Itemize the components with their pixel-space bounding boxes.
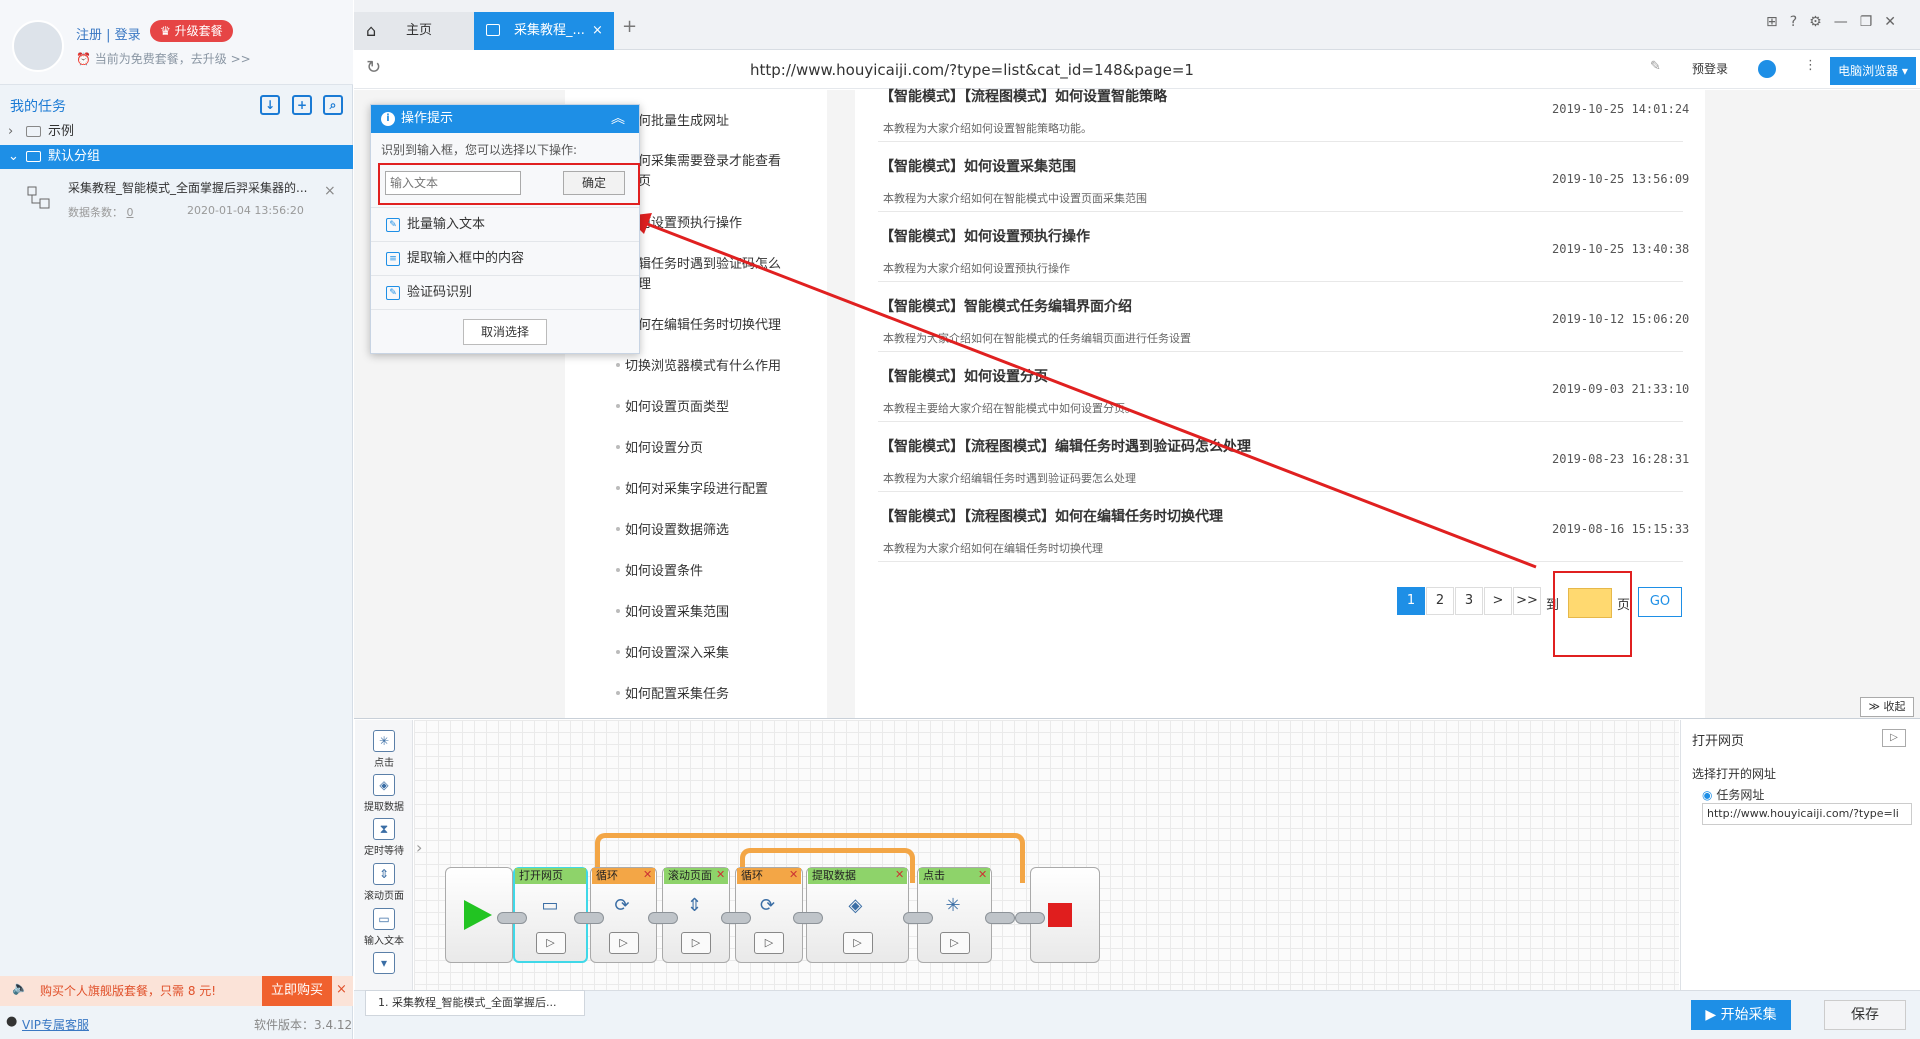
palette-wait[interactable]: ⧗ 定时等待	[357, 818, 411, 857]
palette-more[interactable]: ▾	[357, 952, 411, 976]
captcha-option[interactable]: ✎ 验证码识别	[371, 275, 639, 309]
radio-checked-icon: ◉	[1702, 788, 1713, 802]
scroll-icon: ⇕	[687, 895, 703, 916]
palette-label: 提取数据	[364, 802, 404, 813]
connector	[648, 912, 678, 924]
radio-label: 任务网址	[1716, 788, 1765, 802]
input-icon: ▭	[373, 908, 395, 930]
chevron-right-icon[interactable]: ›	[416, 838, 422, 857]
node-label: 提取数据	[808, 868, 907, 884]
connector	[1015, 912, 1045, 924]
task-url-field[interactable]: http://www.houyicaiji.com/?type=li	[1702, 803, 1912, 825]
option-label: 提取输入框中的内容	[407, 251, 525, 266]
more-icon: ▾	[373, 952, 395, 974]
close-icon[interactable]: ✕	[643, 868, 652, 881]
properties-panel	[1680, 720, 1920, 990]
node-label: 打开网页	[515, 868, 586, 884]
palette-label: 滚动页面	[364, 891, 404, 902]
palette-label: 定时等待	[364, 846, 404, 857]
loop-icon: ⟳	[614, 895, 630, 916]
scroll-icon: ⇕	[373, 863, 395, 885]
play-icon[interactable]: ▷	[842, 932, 873, 954]
operation-hint-popup: i 操作提示 ︽ 识别到输入框，您可以选择以下操作: 确定 ✎批量输入文本 ≡提…	[370, 104, 640, 354]
collapse-label: 收起	[1883, 700, 1906, 713]
document-icon: ≡	[386, 252, 400, 266]
connector	[985, 912, 1015, 924]
play-icon[interactable]: ▷	[754, 932, 784, 954]
palette-extract[interactable]: ◈ 提取数据	[357, 774, 411, 813]
extract-icon: ◈	[848, 895, 863, 916]
cancel-selection-button[interactable]: 取消选择	[463, 319, 547, 345]
close-icon[interactable]: ✕	[895, 868, 904, 881]
collapse-icon[interactable]: ︽	[611, 105, 625, 133]
batch-input-option[interactable]: ✎ 批量输入文本	[371, 207, 639, 241]
panel-subtitle: 选择打开的网址	[1692, 767, 1777, 781]
close-icon[interactable]: ✕	[789, 868, 798, 881]
play-icon[interactable]: ▷	[608, 932, 639, 954]
task-url-radio[interactable]: ◉ 任务网址	[1702, 786, 1764, 803]
connector	[721, 912, 751, 924]
bottom-bar	[354, 990, 1920, 1039]
task-tab[interactable]: 1. 采集教程_智能模式_全面掌握后...	[365, 990, 585, 1016]
stop-icon[interactable]	[1048, 903, 1072, 927]
extract-input-option[interactable]: ≡ 提取输入框中的内容	[371, 241, 639, 275]
save-button[interactable]: 保存	[1824, 1000, 1906, 1030]
click-icon: ✳	[373, 730, 395, 752]
option-label: 验证码识别	[407, 285, 473, 300]
popup-hint: 识别到输入框，您可以选择以下操作:	[381, 143, 578, 157]
connector	[497, 912, 527, 924]
loop-icon: ⟳	[760, 895, 776, 916]
option-label: 批量输入文本	[407, 217, 486, 232]
divider	[371, 309, 639, 310]
play-icon[interactable]: ▷	[681, 932, 711, 954]
edit-icon: ✎	[386, 218, 400, 232]
play-icon[interactable]: ▷	[939, 932, 970, 954]
info-icon: i	[381, 112, 395, 126]
connector	[793, 912, 823, 924]
connector	[903, 912, 933, 924]
extract-icon: ◈	[373, 774, 395, 796]
hourglass-icon: ⧗	[373, 818, 395, 840]
collapse-button[interactable]: ≫ 收起	[1860, 697, 1914, 717]
palette-input[interactable]: ▭ 输入文本	[357, 908, 411, 947]
palette-click[interactable]: ✳ 点击	[357, 730, 411, 769]
palette-label: 点击	[374, 758, 394, 769]
highlight-box	[378, 163, 640, 205]
play-icon[interactable]: ▷	[535, 932, 566, 954]
play-icon[interactable]: ▷	[1882, 729, 1906, 747]
panel-title: 打开网页	[1692, 734, 1745, 749]
connector	[574, 912, 604, 924]
open-page-icon: ▭	[541, 895, 559, 916]
start-label: 开始采集	[1720, 1007, 1777, 1023]
palette-label: 输入文本	[364, 936, 404, 947]
start-collect-button[interactable]: ▶ 开始采集	[1691, 1000, 1791, 1030]
click-icon: ✳	[945, 895, 961, 916]
palette-scroll[interactable]: ⇕ 滚动页面	[357, 863, 411, 902]
popup-title: 操作提示	[401, 111, 454, 126]
close-icon[interactable]: ✕	[716, 868, 725, 881]
captcha-icon: ✎	[386, 286, 400, 300]
popup-header: i 操作提示 ︽	[371, 105, 639, 133]
close-icon[interactable]: ✕	[978, 868, 987, 881]
start-play-icon[interactable]	[462, 898, 494, 932]
